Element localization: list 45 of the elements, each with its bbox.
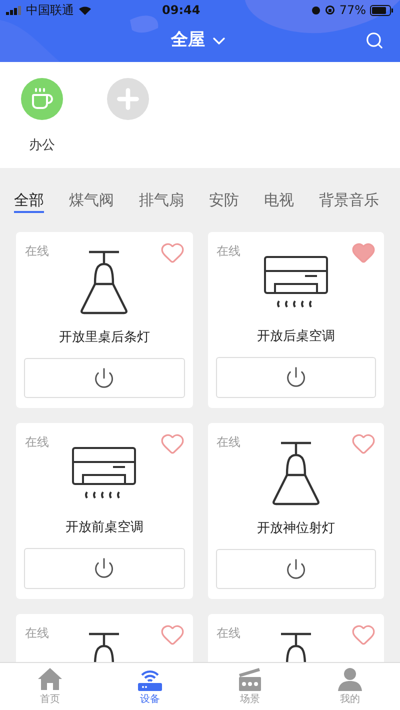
battery-percent: 77% <box>339 2 366 19</box>
search-button[interactable] <box>365 31 384 50</box>
power-button[interactable] <box>216 548 376 589</box>
device-name: 开放里桌后条灯 <box>58 329 150 347</box>
category-tab[interactable]: 安防 <box>209 189 239 213</box>
online-status: 在线 <box>25 243 49 260</box>
category-tab[interactable]: 排气扇 <box>139 189 184 213</box>
home-selector[interactable]: 全屋 <box>171 28 229 54</box>
nav-tab[interactable]: 设备 <box>100 663 200 710</box>
online-status: 在线 <box>25 434 49 451</box>
power-icon <box>93 366 116 389</box>
category-tab[interactable]: 背景音乐 <box>319 189 379 213</box>
device-name: 开放神位射灯 <box>256 520 335 538</box>
coffee-scene-button[interactable] <box>21 78 63 120</box>
rotation-lock-icon <box>325 5 336 15</box>
power-button[interactable] <box>24 548 184 589</box>
carrier-name: 中国联通 <box>26 2 74 19</box>
nav-tab[interactable]: 我的 <box>300 663 400 710</box>
power-icon <box>284 558 307 580</box>
nav-tab[interactable]: 首页 <box>0 663 100 710</box>
category-tab[interactable]: 全部 <box>14 189 44 213</box>
alarm-icon <box>311 5 322 15</box>
category-tab[interactable]: 煤气阀 <box>69 189 114 213</box>
device-name: 开放前桌空调 <box>65 519 144 538</box>
coffee-cup-icon <box>30 87 54 111</box>
device-name: 开放后桌空调 <box>256 328 335 346</box>
online-status: 在线 <box>216 625 240 642</box>
online-status: 在线 <box>216 243 240 260</box>
film-clapper-icon <box>237 666 263 690</box>
signal-icon <box>6 5 24 15</box>
house-icon <box>37 666 63 690</box>
power-icon <box>284 366 307 388</box>
wifi-icon <box>78 4 92 16</box>
battery-icon <box>370 4 394 16</box>
user-icon <box>337 666 363 690</box>
clock-time: 09:44 <box>162 2 200 19</box>
power-button[interactable] <box>24 358 184 398</box>
power-button[interactable] <box>216 356 376 398</box>
scene-label: 办公 <box>29 137 55 155</box>
online-status: 在线 <box>216 434 240 451</box>
nav-tab[interactable]: 场景 <box>200 663 300 710</box>
category-tab[interactable]: 电视 <box>264 189 294 213</box>
power-icon <box>93 557 116 580</box>
online-status: 在线 <box>25 625 49 642</box>
add-scene-button[interactable] <box>107 78 149 120</box>
